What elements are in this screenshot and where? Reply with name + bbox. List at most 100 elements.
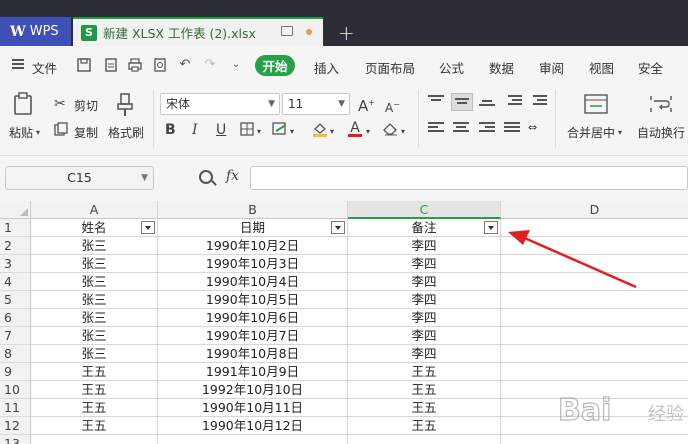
data-cell[interactable]: 李四 bbox=[348, 237, 501, 255]
filter-dropdown-button[interactable] bbox=[331, 221, 345, 234]
paste-dropdown-icon[interactable]: ▾ bbox=[36, 125, 40, 141]
fill-color-dropdown-icon[interactable]: ▾ bbox=[330, 124, 334, 140]
increase-indent-icon[interactable] bbox=[531, 95, 547, 109]
data-cell[interactable]: 王五 bbox=[31, 399, 158, 417]
distributed-align-icon[interactable]: ⇔ bbox=[528, 120, 537, 136]
row-header[interactable]: 11 bbox=[0, 399, 31, 417]
tab-view[interactable]: 视图 bbox=[589, 58, 614, 77]
copy-icon[interactable] bbox=[54, 122, 68, 140]
data-cell[interactable]: 张三 bbox=[31, 255, 158, 273]
align-right-icon[interactable] bbox=[479, 122, 495, 136]
wps-home-tab[interactable]: W WPS bbox=[0, 17, 71, 46]
filter-dropdown-button[interactable] bbox=[484, 221, 498, 234]
insert-function-icon[interactable]: fx bbox=[226, 168, 239, 184]
data-cell[interactable]: 王五 bbox=[348, 417, 501, 435]
row-header[interactable]: 1 bbox=[0, 219, 31, 237]
print-preview-icon[interactable] bbox=[153, 58, 167, 72]
row-header[interactable]: 12 bbox=[0, 417, 31, 435]
font-color-dropdown-icon[interactable]: ▾ bbox=[366, 124, 370, 140]
search-icon[interactable] bbox=[199, 170, 213, 184]
empty-cell[interactable] bbox=[348, 435, 501, 444]
align-bottom-icon[interactable] bbox=[479, 100, 495, 114]
empty-cell[interactable] bbox=[501, 327, 688, 345]
data-cell[interactable]: 1990年10月7日 bbox=[158, 327, 348, 345]
decrease-font-icon[interactable]: A− bbox=[385, 97, 400, 116]
column-header-a[interactable]: A bbox=[31, 201, 158, 219]
fill-color-icon[interactable] bbox=[312, 121, 328, 141]
wrap-text-icon[interactable] bbox=[649, 94, 673, 114]
row-header[interactable]: 4 bbox=[0, 273, 31, 291]
merge-center-button[interactable]: 合并居中 bbox=[567, 124, 615, 141]
name-box[interactable]: C15 ▼ bbox=[5, 166, 154, 190]
row-header[interactable]: 5 bbox=[0, 291, 31, 309]
paste-icon[interactable] bbox=[13, 92, 35, 116]
monitor-icon[interactable] bbox=[281, 26, 293, 36]
data-cell[interactable]: 1990年10月11日 bbox=[158, 399, 348, 417]
data-cell[interactable]: 1990年10月4日 bbox=[158, 273, 348, 291]
tab-review[interactable]: 审阅 bbox=[539, 58, 564, 77]
hamburger-menu-icon[interactable] bbox=[12, 59, 24, 69]
column-header-d[interactable]: D bbox=[501, 201, 688, 219]
export-pdf-icon[interactable] bbox=[104, 58, 118, 72]
data-cell[interactable]: 王五 bbox=[348, 399, 501, 417]
data-cell[interactable]: 张三 bbox=[31, 291, 158, 309]
decrease-indent-icon[interactable] bbox=[506, 95, 522, 109]
cut-icon[interactable]: ✂ bbox=[54, 96, 66, 112]
tab-data[interactable]: 数据 bbox=[489, 58, 514, 77]
data-cell[interactable]: 1990年10月8日 bbox=[158, 345, 348, 363]
tab-security[interactable]: 安全 bbox=[638, 58, 663, 77]
align-center-icon[interactable] bbox=[453, 122, 469, 136]
tab-page-layout[interactable]: 页面布局 bbox=[365, 58, 415, 77]
row-header[interactable]: 9 bbox=[0, 363, 31, 381]
data-cell[interactable]: 1990年10月5日 bbox=[158, 291, 348, 309]
paste-button[interactable]: 粘贴 bbox=[9, 124, 33, 141]
data-cell[interactable]: 李四 bbox=[348, 327, 501, 345]
data-cell[interactable]: 张三 bbox=[31, 309, 158, 327]
row-header[interactable]: 10 bbox=[0, 381, 31, 399]
filter-dropdown-button[interactable] bbox=[141, 221, 155, 234]
data-cell[interactable]: 张三 bbox=[31, 327, 158, 345]
align-top-icon[interactable] bbox=[428, 95, 444, 109]
underline-button[interactable]: U bbox=[216, 122, 226, 138]
borders-dropdown-icon[interactable]: ▾ bbox=[257, 124, 261, 140]
data-cell[interactable]: 1990年10月3日 bbox=[158, 255, 348, 273]
data-cell[interactable]: 王五 bbox=[31, 381, 158, 399]
data-cell[interactable]: 1990年10月12日 bbox=[158, 417, 348, 435]
row-header[interactable]: 6 bbox=[0, 309, 31, 327]
row-header[interactable]: 13 bbox=[0, 435, 31, 444]
formula-input[interactable] bbox=[250, 166, 688, 190]
wrap-text-button[interactable]: 自动换行 bbox=[637, 124, 685, 141]
header-cell[interactable]: 日期 bbox=[158, 219, 348, 237]
data-cell[interactable]: 王五 bbox=[31, 363, 158, 381]
italic-button[interactable]: I bbox=[192, 122, 198, 138]
data-cell[interactable]: 张三 bbox=[31, 273, 158, 291]
empty-cell[interactable] bbox=[501, 363, 688, 381]
data-cell[interactable]: 张三 bbox=[31, 237, 158, 255]
undo-icon[interactable]: ↶ bbox=[178, 58, 192, 72]
tab-formulas[interactable]: 公式 bbox=[439, 58, 464, 77]
format-painter-icon[interactable] bbox=[116, 93, 136, 117]
data-cell[interactable]: 1990年10月6日 bbox=[158, 309, 348, 327]
data-cell[interactable]: 李四 bbox=[348, 255, 501, 273]
print-icon[interactable] bbox=[128, 58, 142, 72]
data-cell[interactable]: 1992年10月10日 bbox=[158, 381, 348, 399]
data-cell[interactable]: 1991年10月9日 bbox=[158, 363, 348, 381]
font-color-icon[interactable]: A bbox=[348, 120, 362, 137]
row-header[interactable]: 7 bbox=[0, 327, 31, 345]
data-cell[interactable]: 李四 bbox=[348, 345, 501, 363]
tab-start[interactable]: 开始 bbox=[255, 55, 295, 76]
document-tab[interactable]: S 新建 XLSX 工作表 (2).xlsx bbox=[73, 17, 323, 46]
header-cell[interactable]: 备注 bbox=[348, 219, 501, 237]
row-header[interactable]: 8 bbox=[0, 345, 31, 363]
merge-dropdown-icon[interactable]: ▾ bbox=[618, 125, 622, 141]
empty-cell[interactable] bbox=[31, 435, 158, 444]
data-cell[interactable]: 李四 bbox=[348, 309, 501, 327]
clear-format-icon[interactable] bbox=[383, 122, 399, 140]
save-icon[interactable] bbox=[77, 58, 91, 72]
row-header[interactable]: 2 bbox=[0, 237, 31, 255]
merge-center-icon[interactable] bbox=[584, 94, 608, 114]
data-cell[interactable]: 李四 bbox=[348, 273, 501, 291]
clear-format-dropdown-icon[interactable]: ▾ bbox=[401, 124, 405, 140]
data-cell[interactable]: 李四 bbox=[348, 291, 501, 309]
chevron-down-icon[interactable]: ⌄ bbox=[229, 58, 243, 72]
